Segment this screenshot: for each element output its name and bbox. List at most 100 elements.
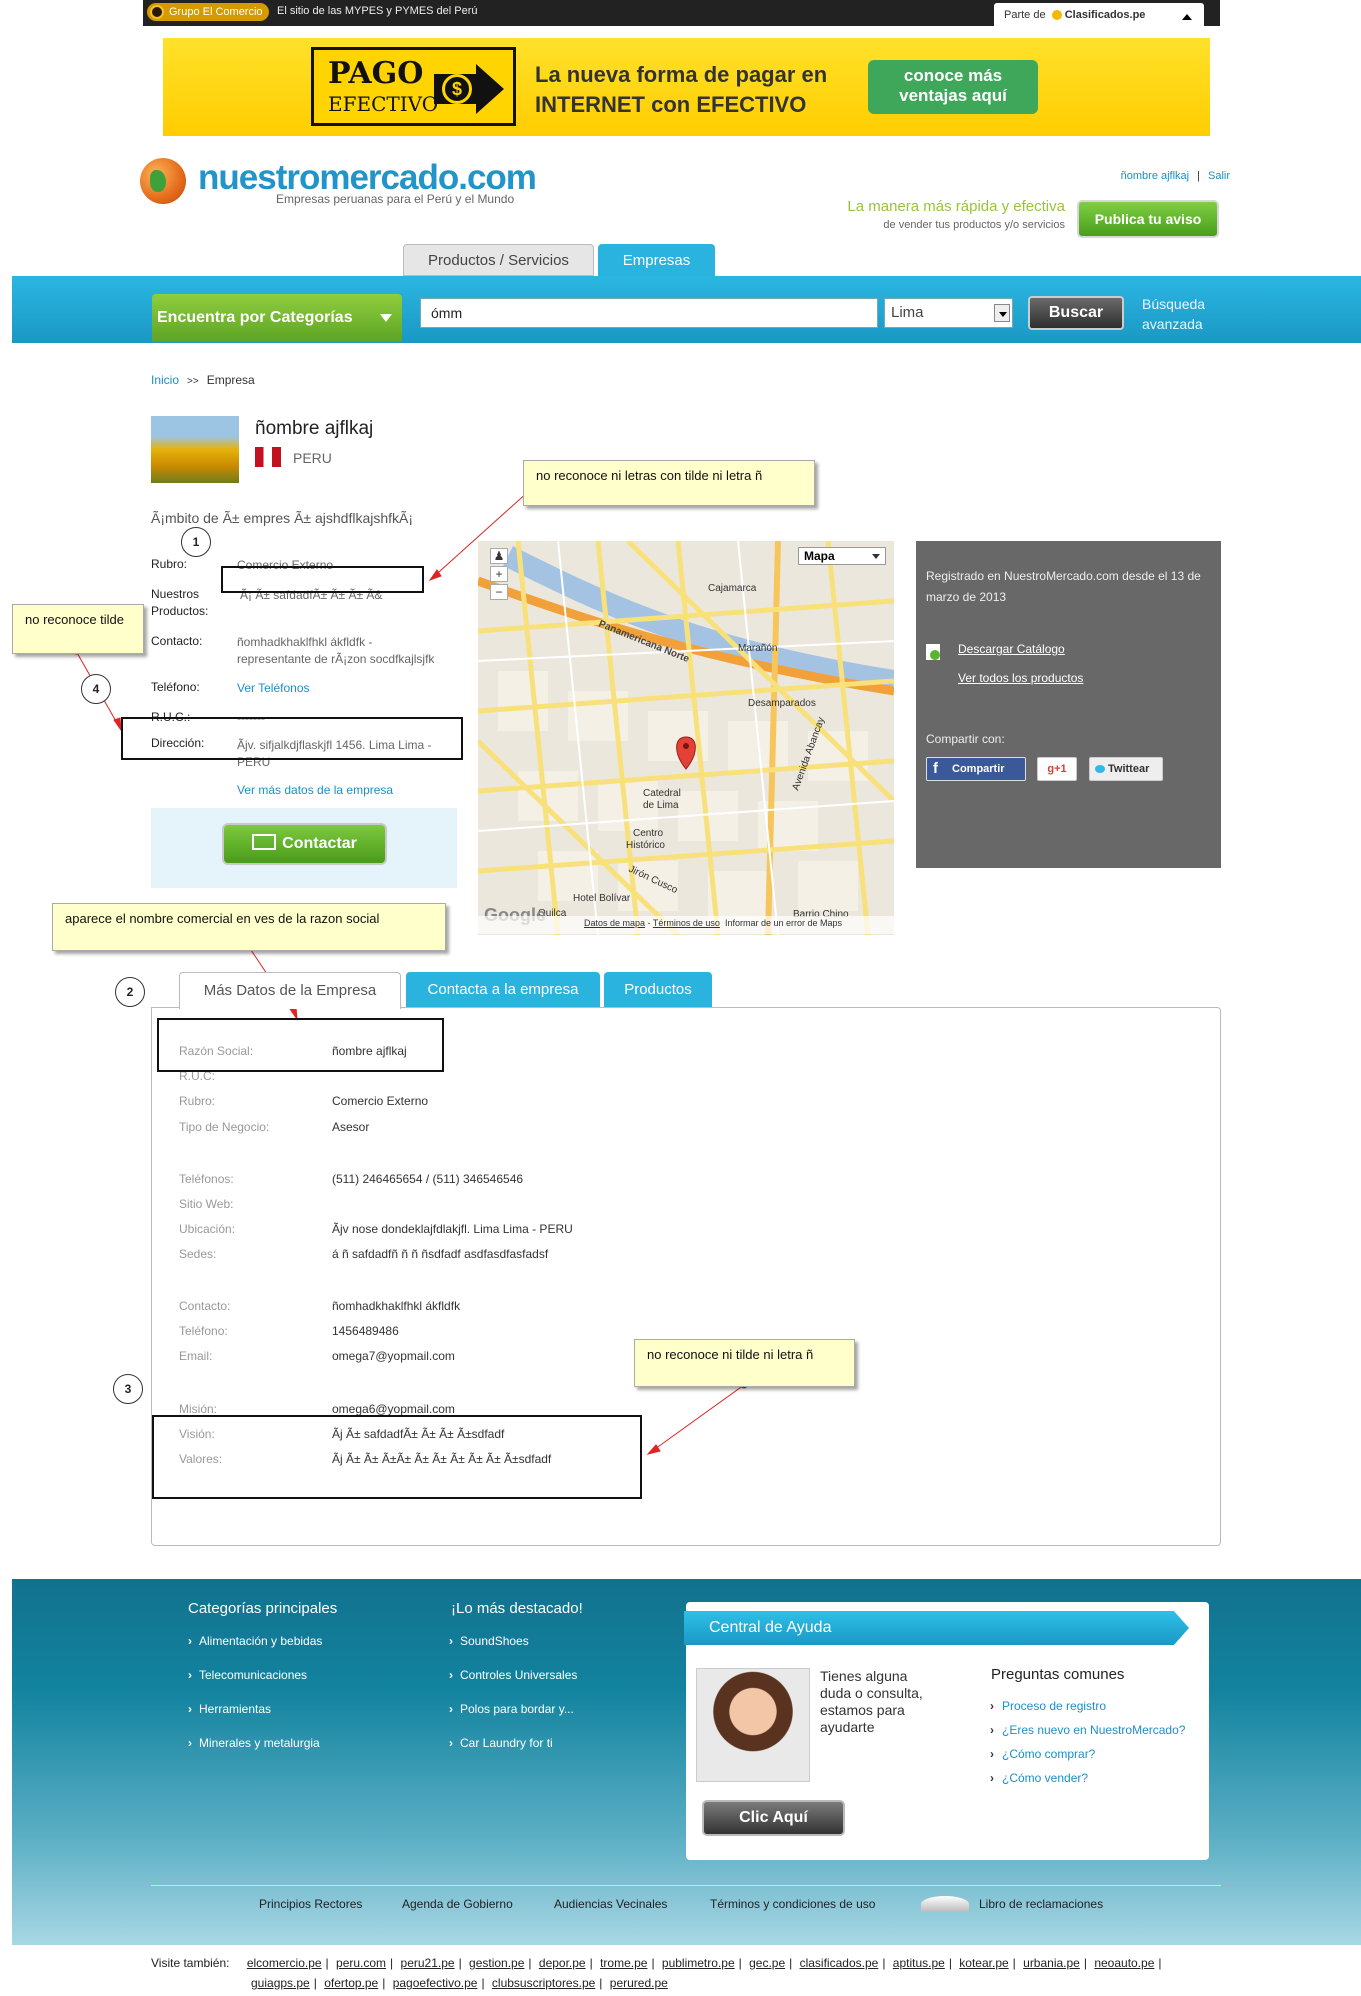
partner-site-link[interactable]: gestion.pe — [469, 1956, 524, 1970]
footer-link[interactable]: Principios Rectores — [259, 1897, 362, 1911]
company-side-panel: Registrado en NuestroMercado.com desde e… — [916, 541, 1221, 868]
contactar-button[interactable]: Contactar — [222, 823, 387, 865]
detail-value: omega7@yopmail.com — [332, 1349, 455, 1363]
footer-link[interactable]: Agenda de Gobierno — [402, 1897, 513, 1911]
partner-site-link[interactable]: ofertop.pe — [324, 1976, 378, 1990]
detail-label: Teléfono: — [179, 1324, 228, 1338]
footer-featured-link[interactable]: SoundShoes — [449, 1634, 529, 1648]
footer-featured-link[interactable]: Controles Universales — [449, 1668, 577, 1682]
all-products-link[interactable]: Ver todos los productos — [958, 671, 1083, 685]
categories-dropdown[interactable]: Encuentra por Categorías — [152, 294, 402, 342]
clasificados-dropdown[interactable]: Parte de Clasificados.pe — [994, 3, 1204, 29]
footer-link[interactable]: Términos y condiciones de uso — [710, 1897, 875, 1911]
partner-site-link[interactable]: peru21.pe — [401, 1956, 455, 1970]
partner-site-link[interactable]: trome.pe — [600, 1956, 647, 1970]
detail-label: Misión: — [179, 1402, 218, 1416]
partner-site-link[interactable]: urbania.pe — [1023, 1956, 1080, 1970]
map-type-select[interactable]: Mapa — [798, 547, 886, 565]
zoom-out-button[interactable]: − — [490, 584, 508, 600]
productos-label: Nuestros Productos: — [151, 587, 209, 618]
city-select[interactable]: Lima — [884, 298, 1013, 328]
site-logo[interactable]: nuestromercado.com Empresas peruanas par… — [140, 158, 560, 218]
company-image — [151, 416, 239, 483]
annotation-number-3: 3 — [113, 1374, 143, 1404]
svg-text:Centro: Centro — [633, 828, 663, 839]
detail-value: omega6@yopmail.com — [332, 1402, 455, 1416]
footer-category-link[interactable]: Telecomunicaciones — [188, 1668, 307, 1682]
highlight-box-vision-valores — [152, 1415, 642, 1499]
google-map[interactable]: Cajamarca Panamericana Norte Desamparado… — [478, 541, 894, 935]
partner-site-link[interactable]: aptitus.pe — [893, 1956, 945, 1970]
ver-mas-datos-link[interactable]: Ver más datos de la empresa — [237, 782, 393, 799]
download-catalog-link[interactable]: Descargar Catálogo — [958, 642, 1065, 656]
breadcrumb-home[interactable]: Inicio — [151, 373, 179, 387]
footer-categories-title: Categorías principales — [188, 1600, 338, 1617]
detail-value: Comercio Externo — [332, 1094, 429, 1108]
partner-site-link[interactable]: kotear.pe — [959, 1956, 1008, 1970]
publica-aviso-button[interactable]: Publica tu aviso — [1077, 200, 1219, 238]
telefono-label: Teléfono: — [151, 680, 200, 694]
footer-featured-link[interactable]: Polos para bordar y... — [449, 1702, 574, 1716]
partner-site-link[interactable]: publimetro.pe — [662, 1956, 735, 1970]
svg-text:Hotel Bolívar: Hotel Bolívar — [573, 893, 631, 904]
partner-site-link[interactable]: depor.pe — [539, 1956, 586, 1970]
advanced-search-link[interactable]: Búsqueda avanzada — [1142, 294, 1232, 334]
search-button[interactable]: Buscar — [1028, 296, 1124, 330]
user-name-link[interactable]: ñombre ajflkaj — [1121, 170, 1189, 182]
footer-featured-link[interactable]: Car Laundry for ti — [449, 1736, 553, 1750]
ver-telefonos-link[interactable]: Ver Teléfonos — [237, 680, 310, 697]
dollar-icon: $ — [442, 74, 472, 104]
facebook-share-button[interactable]: Compartir — [926, 757, 1026, 781]
faq-link[interactable]: ¿Cómo comprar? — [990, 1747, 1095, 1761]
svg-text:Catedral: Catedral — [643, 788, 681, 799]
tab-productos-servicios[interactable]: Productos / Servicios — [403, 244, 594, 276]
svg-text:Histórico: Histórico — [626, 840, 665, 851]
faq-link[interactable]: ¿Cómo vender? — [990, 1771, 1088, 1785]
banner-cta-button[interactable]: conoce más ventajas aquí — [868, 60, 1038, 114]
twitter-button[interactable]: Twittear — [1089, 757, 1163, 781]
partner-site-link[interactable]: guiagps.pe — [251, 1976, 310, 1990]
map-zoom-controls: ♟ + − — [490, 548, 510, 636]
map-data-link[interactable]: Datos de mapa — [584, 918, 645, 928]
partner-site-link[interactable]: elcomercio.pe — [247, 1956, 322, 1970]
logout-link[interactable]: Salir — [1208, 170, 1230, 182]
map-terms-link[interactable]: Términos de uso — [653, 918, 720, 928]
map-footer: Datos de mapa - Términos de uso Informar… — [478, 916, 894, 934]
footer-category-link[interactable]: Alimentación y bebidas — [188, 1634, 322, 1648]
visit-also: Visite también: elcomercio.pe | peru.com |… — [151, 1956, 1162, 1990]
annotation-note-4: no reconoce ni tilde ni letra ñ — [634, 1339, 855, 1387]
footer-link[interactable]: Libro de reclamaciones — [979, 1897, 1103, 1911]
contacto-value: ñomhadkhaklfhkl ákfldfk - representante d… — [237, 635, 435, 666]
search-input[interactable]: ómm — [420, 298, 878, 328]
footer-category-link[interactable]: Minerales y metalurgia — [188, 1736, 320, 1750]
faq-link[interactable]: Proceso de registro — [990, 1699, 1106, 1713]
partner-site-link[interactable]: pagoefectivo.pe — [393, 1976, 478, 1990]
tab-empresas[interactable]: Empresas — [598, 244, 715, 276]
rubro-label: Rubro: — [151, 557, 188, 571]
tab-productos[interactable]: Productos — [604, 972, 712, 1008]
partner-site-link[interactable]: clasificados.pe — [800, 1956, 879, 1970]
partner-site-link[interactable]: peru.com — [336, 1956, 386, 1970]
detail-label: Email: — [179, 1349, 213, 1363]
clic-aqui-button[interactable]: Clic Aquí — [702, 1800, 845, 1836]
banner-slogan: La nueva forma de pagar en INTERNET con … — [535, 62, 828, 117]
zoom-in-button[interactable]: + — [490, 566, 508, 582]
footer-link[interactable]: Audiencias Vecinales — [554, 1897, 667, 1911]
footer-category-link[interactable]: Herramientas — [188, 1702, 271, 1716]
google-plus-button[interactable]: g+1 — [1037, 757, 1077, 781]
detail-label: Sedes: — [179, 1247, 217, 1261]
faq-link[interactable]: ¿Eres nuevo en NuestroMercado? — [990, 1723, 1185, 1737]
pegman-icon[interactable]: ♟ — [490, 548, 508, 564]
annotation-note-3: aparece el nombre comercial en ves de la… — [52, 903, 446, 951]
pago-efectivo-banner[interactable]: PAGO EFECTIVO $ La nueva forma de pagar … — [163, 38, 1210, 136]
tab-contacta[interactable]: Contacta a la empresa — [406, 972, 600, 1008]
map-report-link[interactable]: Informar de un error de Maps — [725, 918, 842, 928]
partner-site-link[interactable]: gec.pe — [749, 1956, 785, 1970]
partner-site-link[interactable]: perured.pe — [610, 1976, 668, 1990]
tab-mas-datos[interactable]: Más Datos de la Empresa — [179, 972, 401, 1009]
partner-site-link[interactable]: neoauto.pe — [1094, 1956, 1154, 1970]
annotation-note-1: no reconoce ni letras con tilde ni letra… — [523, 460, 815, 506]
grupo-el-comercio-badge[interactable]: Grupo El Comercio — [147, 3, 269, 21]
detail-label: Contacto: — [179, 1299, 231, 1313]
partner-site-link[interactable]: clubsuscriptores.pe — [492, 1976, 595, 1990]
